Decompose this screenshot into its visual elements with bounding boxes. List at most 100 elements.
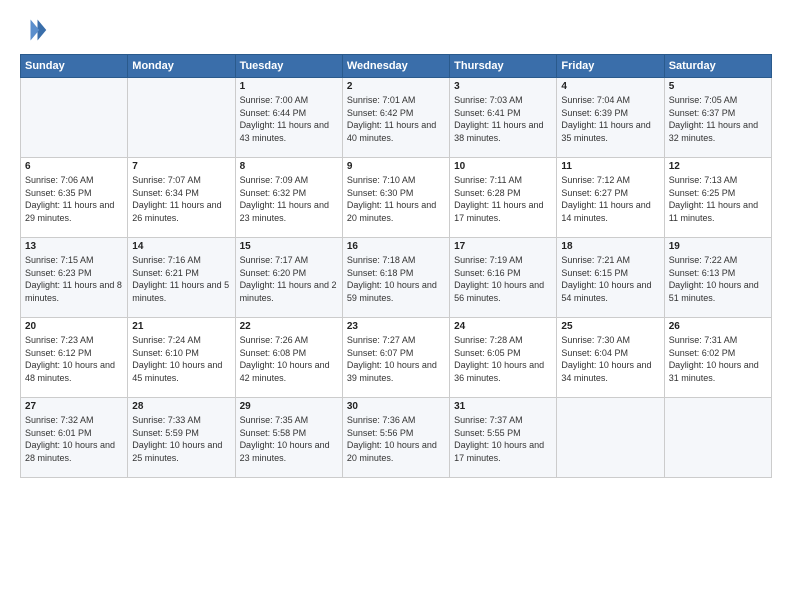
day-number: 29 bbox=[240, 401, 338, 412]
day-info: Sunrise: 7:05 AM Sunset: 6:37 PM Dayligh… bbox=[669, 94, 767, 144]
day-number: 28 bbox=[132, 401, 230, 412]
day-cell: 5 Sunrise: 7:05 AM Sunset: 6:37 PM Daylig… bbox=[664, 78, 771, 158]
day-info: Sunrise: 7:07 AM Sunset: 6:34 PM Dayligh… bbox=[132, 174, 230, 224]
day-number: 11 bbox=[561, 161, 659, 172]
day-cell: 11 Sunrise: 7:12 AM Sunset: 6:27 PM Dayli… bbox=[557, 158, 664, 238]
day-info: Sunrise: 7:19 AM Sunset: 6:16 PM Dayligh… bbox=[454, 254, 552, 304]
day-info: Sunrise: 7:31 AM Sunset: 6:02 PM Dayligh… bbox=[669, 334, 767, 384]
day-info: Sunrise: 7:23 AM Sunset: 6:12 PM Dayligh… bbox=[25, 334, 123, 384]
day-number: 12 bbox=[669, 161, 767, 172]
day-cell: 13 Sunrise: 7:15 AM Sunset: 6:23 PM Dayli… bbox=[21, 238, 128, 318]
day-cell: 1Sunrise: 7:00 AM Sunset: 6:44 PM Daylig… bbox=[235, 78, 342, 158]
day-cell: 14Sunrise: 7:16 AM Sunset: 6:21 PM Dayli… bbox=[128, 238, 235, 318]
day-cell: 23Sunrise: 7:27 AM Sunset: 6:07 PM Dayli… bbox=[342, 318, 449, 398]
day-cell: 7 Sunrise: 7:07 AM Sunset: 6:34 PM Daylig… bbox=[128, 158, 235, 238]
day-cell: 15 Sunrise: 7:17 AM Sunset: 6:20 PM Dayli… bbox=[235, 238, 342, 318]
weekday-header-thursday: Thursday bbox=[450, 55, 557, 78]
day-number: 26 bbox=[669, 321, 767, 332]
day-info: Sunrise: 7:09 AM Sunset: 6:32 PM Dayligh… bbox=[240, 174, 338, 224]
day-number: 15 bbox=[240, 241, 338, 252]
day-number: 21 bbox=[132, 321, 230, 332]
day-number: 16 bbox=[347, 241, 445, 252]
day-info: Sunrise: 7:33 AM Sunset: 5:59 PM Dayligh… bbox=[132, 414, 230, 464]
day-info: Sunrise: 7:21 AM Sunset: 6:15 PM Dayligh… bbox=[561, 254, 659, 304]
day-number: 25 bbox=[561, 321, 659, 332]
day-number: 27 bbox=[25, 401, 123, 412]
day-info: Sunrise: 7:27 AM Sunset: 6:07 PM Dayligh… bbox=[347, 334, 445, 384]
day-info: Sunrise: 7:17 AM Sunset: 6:20 PM Dayligh… bbox=[240, 254, 338, 304]
day-cell: 10 Sunrise: 7:11 AM Sunset: 6:28 PM Dayli… bbox=[450, 158, 557, 238]
day-number: 13 bbox=[25, 241, 123, 252]
day-number: 9 bbox=[347, 161, 445, 172]
day-cell: 30Sunrise: 7:36 AM Sunset: 5:56 PM Dayli… bbox=[342, 398, 449, 478]
day-number: 10 bbox=[454, 161, 552, 172]
page: SundayMondayTuesdayWednesdayThursdayFrid… bbox=[0, 0, 792, 488]
day-cell bbox=[664, 398, 771, 478]
day-cell: 26 Sunrise: 7:31 AM Sunset: 6:02 PM Dayli… bbox=[664, 318, 771, 398]
day-info: Sunrise: 7:11 AM Sunset: 6:28 PM Dayligh… bbox=[454, 174, 552, 224]
day-number: 22 bbox=[240, 321, 338, 332]
day-info: Sunrise: 7:24 AM Sunset: 6:10 PM Dayligh… bbox=[132, 334, 230, 384]
day-cell: 3Sunrise: 7:03 AM Sunset: 6:41 PM Daylig… bbox=[450, 78, 557, 158]
day-info: Sunrise: 7:36 AM Sunset: 5:56 PM Dayligh… bbox=[347, 414, 445, 464]
day-number: 17 bbox=[454, 241, 552, 252]
day-info: Sunrise: 7:28 AM Sunset: 6:05 PM Dayligh… bbox=[454, 334, 552, 384]
day-info: Sunrise: 7:35 AM Sunset: 5:58 PM Dayligh… bbox=[240, 414, 338, 464]
day-info: Sunrise: 7:22 AM Sunset: 6:13 PM Dayligh… bbox=[669, 254, 767, 304]
day-info: Sunrise: 7:18 AM Sunset: 6:18 PM Dayligh… bbox=[347, 254, 445, 304]
day-cell bbox=[557, 398, 664, 478]
header bbox=[20, 16, 772, 44]
weekday-header-friday: Friday bbox=[557, 55, 664, 78]
weekday-header-tuesday: Tuesday bbox=[235, 55, 342, 78]
day-cell: 17 Sunrise: 7:19 AM Sunset: 6:16 PM Dayli… bbox=[450, 238, 557, 318]
day-info: Sunrise: 7:16 AM Sunset: 6:21 PM Dayligh… bbox=[132, 254, 230, 304]
day-number: 4 bbox=[561, 81, 659, 92]
weekday-header-monday: Monday bbox=[128, 55, 235, 78]
day-cell: 29 Sunrise: 7:35 AM Sunset: 5:58 PM Dayli… bbox=[235, 398, 342, 478]
day-info: Sunrise: 7:06 AM Sunset: 6:35 PM Dayligh… bbox=[25, 174, 123, 224]
day-cell: 24 Sunrise: 7:28 AM Sunset: 6:05 PM Dayli… bbox=[450, 318, 557, 398]
day-number: 24 bbox=[454, 321, 552, 332]
day-number: 7 bbox=[132, 161, 230, 172]
day-number: 31 bbox=[454, 401, 552, 412]
day-cell: 6 Sunrise: 7:06 AM Sunset: 6:35 PM Daylig… bbox=[21, 158, 128, 238]
day-cell: 18 Sunrise: 7:21 AM Sunset: 6:15 PM Dayli… bbox=[557, 238, 664, 318]
weekday-header-saturday: Saturday bbox=[664, 55, 771, 78]
day-number: 1 bbox=[240, 81, 338, 92]
day-cell: 4Sunrise: 7:04 AM Sunset: 6:39 PM Daylig… bbox=[557, 78, 664, 158]
day-info: Sunrise: 7:30 AM Sunset: 6:04 PM Dayligh… bbox=[561, 334, 659, 384]
day-cell bbox=[21, 78, 128, 158]
week-row-5: 27Sunrise: 7:32 AM Sunset: 6:01 PM Dayli… bbox=[21, 398, 772, 478]
day-number: 6 bbox=[25, 161, 123, 172]
day-info: Sunrise: 7:12 AM Sunset: 6:27 PM Dayligh… bbox=[561, 174, 659, 224]
day-info: Sunrise: 7:01 AM Sunset: 6:42 PM Dayligh… bbox=[347, 94, 445, 144]
weekday-header-wednesday: Wednesday bbox=[342, 55, 449, 78]
day-cell: 9 Sunrise: 7:10 AM Sunset: 6:30 PM Daylig… bbox=[342, 158, 449, 238]
day-cell: 25 Sunrise: 7:30 AM Sunset: 6:04 PM Dayli… bbox=[557, 318, 664, 398]
day-info: Sunrise: 7:03 AM Sunset: 6:41 PM Dayligh… bbox=[454, 94, 552, 144]
day-number: 5 bbox=[669, 81, 767, 92]
day-number: 18 bbox=[561, 241, 659, 252]
week-row-3: 13 Sunrise: 7:15 AM Sunset: 6:23 PM Dayli… bbox=[21, 238, 772, 318]
day-info: Sunrise: 7:15 AM Sunset: 6:23 PM Dayligh… bbox=[25, 254, 123, 304]
calendar-table: SundayMondayTuesdayWednesdayThursdayFrid… bbox=[20, 54, 772, 478]
day-cell: 19Sunrise: 7:22 AM Sunset: 6:13 PM Dayli… bbox=[664, 238, 771, 318]
day-cell: 8 Sunrise: 7:09 AM Sunset: 6:32 PM Daylig… bbox=[235, 158, 342, 238]
day-cell: 2 Sunrise: 7:01 AM Sunset: 6:42 PM Daylig… bbox=[342, 78, 449, 158]
day-info: Sunrise: 7:10 AM Sunset: 6:30 PM Dayligh… bbox=[347, 174, 445, 224]
day-cell: 16 Sunrise: 7:18 AM Sunset: 6:18 PM Dayli… bbox=[342, 238, 449, 318]
day-cell: 31Sunrise: 7:37 AM Sunset: 5:55 PM Dayli… bbox=[450, 398, 557, 478]
weekday-header-row: SundayMondayTuesdayWednesdayThursdayFrid… bbox=[21, 55, 772, 78]
weekday-header-sunday: Sunday bbox=[21, 55, 128, 78]
logo-icon bbox=[20, 16, 48, 44]
day-number: 2 bbox=[347, 81, 445, 92]
logo bbox=[20, 16, 52, 44]
week-row-2: 6 Sunrise: 7:06 AM Sunset: 6:35 PM Daylig… bbox=[21, 158, 772, 238]
week-row-1: 1Sunrise: 7:00 AM Sunset: 6:44 PM Daylig… bbox=[21, 78, 772, 158]
day-number: 8 bbox=[240, 161, 338, 172]
day-cell: 20Sunrise: 7:23 AM Sunset: 6:12 PM Dayli… bbox=[21, 318, 128, 398]
day-cell bbox=[128, 78, 235, 158]
week-row-4: 20Sunrise: 7:23 AM Sunset: 6:12 PM Dayli… bbox=[21, 318, 772, 398]
day-cell: 27Sunrise: 7:32 AM Sunset: 6:01 PM Dayli… bbox=[21, 398, 128, 478]
day-info: Sunrise: 7:13 AM Sunset: 6:25 PM Dayligh… bbox=[669, 174, 767, 224]
